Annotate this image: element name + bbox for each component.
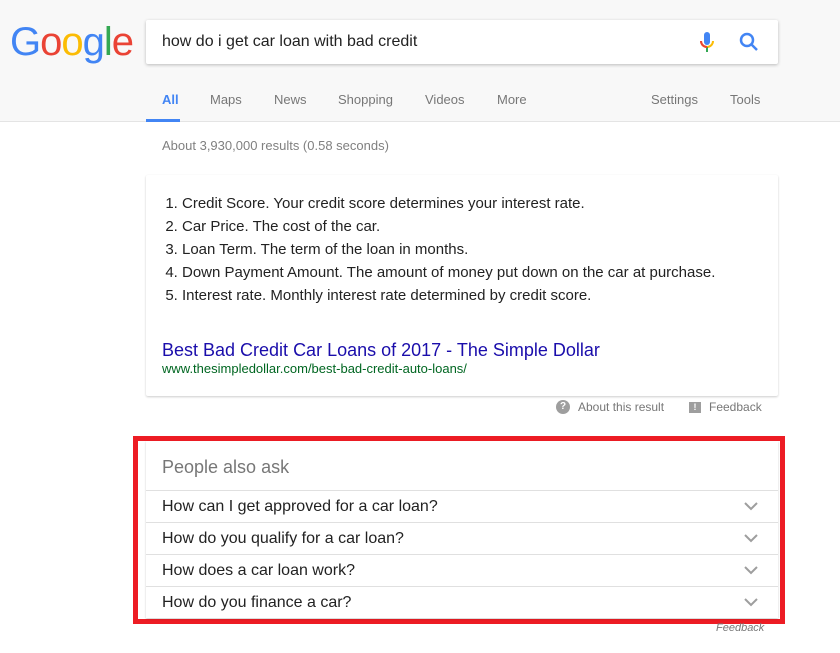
paa-title: People also ask [162,457,290,477]
about-label: About this result [578,400,665,414]
chevron-down-icon [744,502,758,511]
list-item: Interest rate. Monthly interest rate det… [182,284,722,307]
active-tab-indicator [146,119,180,122]
paa-question[interactable]: How do you finance a car? [146,586,778,618]
tools-link[interactable]: Tools [730,92,760,107]
google-logo[interactable]: Google [10,20,134,65]
chevron-down-icon [744,534,758,543]
search-icon[interactable] [738,31,760,53]
list-item: Down Payment Amount. The amount of money… [182,261,722,284]
search-box [146,20,778,64]
header: Google All Maps News Shopping Videos Mor… [0,0,840,122]
list-item: Credit Score. Your credit score determin… [182,192,722,215]
tab-news[interactable]: News [274,92,307,107]
help-icon: ? [556,400,570,414]
question-text: How can I get approved for a car loan? [162,498,438,515]
featured-snippet: Credit Score. Your credit score determin… [146,175,778,396]
paa-feedback-link[interactable]: Feedback [716,622,764,634]
feedback-link[interactable]: ! Feedback [689,400,762,414]
chevron-down-icon [744,598,758,607]
tab-videos[interactable]: Videos [425,92,465,107]
microphone-icon[interactable] [700,31,714,55]
question-text: How does a car loan work? [162,562,355,579]
about-this-result[interactable]: ? About this result [556,400,664,414]
feedback-icon: ! [689,401,701,413]
people-also-ask: People also ask How can I get approved f… [146,441,778,618]
paa-question[interactable]: How do you qualify for a car loan? [146,522,778,554]
result-url: www.thesimpledollar.com/best-bad-credit-… [162,361,467,376]
settings-link[interactable]: Settings [651,92,698,107]
question-text: How do you finance a car? [162,594,352,611]
chevron-down-icon [744,566,758,575]
tab-shopping[interactable]: Shopping [338,92,393,107]
tab-maps[interactable]: Maps [210,92,242,107]
result-stats: About 3,930,000 results (0.58 seconds) [162,138,389,153]
paa-question[interactable]: How can I get approved for a car loan? [146,490,778,522]
list-item: Car Price. The cost of the car. [182,215,722,238]
question-text: How do you qualify for a car loan? [162,530,404,547]
snippet-list: Credit Score. Your credit score determin… [182,192,722,307]
search-input[interactable] [162,20,682,64]
feedback-label: Feedback [709,400,762,414]
paa-question[interactable]: How does a car loan work? [146,554,778,586]
tab-all[interactable]: All [162,92,179,107]
tab-more[interactable]: More [497,92,527,107]
list-item: Loan Term. The term of the loan in month… [182,238,722,261]
result-link[interactable]: Best Bad Credit Car Loans of 2017 - The … [162,340,600,361]
